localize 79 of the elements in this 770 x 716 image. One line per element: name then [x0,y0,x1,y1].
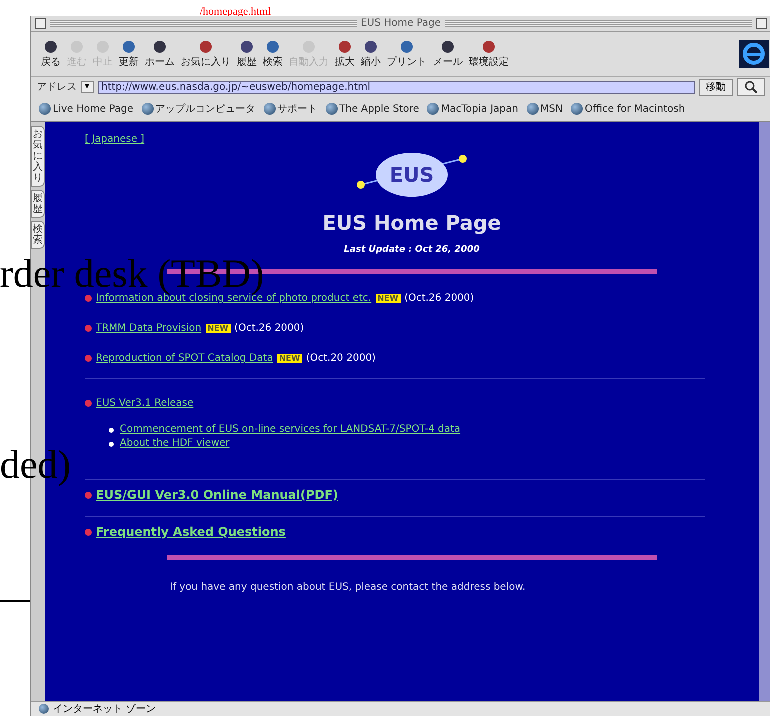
side-tab[interactable]: お気に入り [31,126,45,187]
bullet-icon [109,442,114,446]
favorites-button[interactable]: アップルコンピュータ [142,102,256,116]
toolbar-icon [480,39,498,55]
toolbar-icon [197,39,215,55]
globe-icon [326,103,338,115]
toolbar-button[interactable]: 拡大 [333,39,357,69]
date-text: (Oct.26 2000) [234,323,304,334]
bullet-icon [85,295,92,302]
address-label: アドレス [37,81,77,94]
toolbar-button[interactable]: 環境設定 [467,39,511,69]
toolbar-icon [42,39,60,55]
address-field[interactable]: http://www.eus.nasda.go.jp/~eusweb/homepage.html [98,80,695,94]
side-tab[interactable]: 検索 [31,221,45,249]
globe-icon [264,103,276,115]
toolbar-button[interactable]: 検索 [261,39,285,69]
new-badge: NEW [376,294,401,303]
globe-icon [39,704,49,714]
side-tab[interactable]: 履歴 [31,190,45,218]
release-link[interactable]: EUS Ver3.1 Release [96,398,194,409]
toolbar-button[interactable]: 戻る [39,39,63,69]
toolbar-button[interactable]: メール [431,39,465,69]
news-link[interactable]: TRMM Data Provision [96,323,202,334]
toolbar-icon [398,39,416,55]
toolbar-icon [362,39,380,55]
toolbar-button[interactable]: お気に入り [179,39,233,69]
date-text: (Oct.26 2000) [404,293,474,304]
favorites-button[interactable]: The Apple Store [326,103,420,115]
bullet-icon [85,355,92,362]
scrollbar[interactable] [759,122,770,701]
release-item-link[interactable]: About the HDF viewer [120,437,230,451]
favorites-button[interactable]: Live Home Page [39,103,134,115]
manual-link[interactable]: EUS/GUI Ver3.0 Online Manual(PDF) [96,488,338,502]
window-title: EUS Home Page [360,18,442,29]
favorites-button[interactable]: サポート [264,102,318,116]
toolbar-icon [439,39,457,55]
date-text: (Oct.20 2000) [306,353,376,364]
release-item-link[interactable]: Commencement of EUS on-line services for LANDSAT-7/SPOT-4 data [120,423,461,437]
globe-icon [142,103,154,115]
favorites-button[interactable]: Office for Macintosh [570,103,686,115]
toolbar-button[interactable]: ホーム [143,39,177,69]
bullet-icon [85,325,92,332]
favorites-button[interactable]: MSN [526,103,563,115]
toolbar-button[interactable]: 更新 [117,39,141,69]
bullet-icon [85,528,92,536]
status-text: インターネット ゾーン [53,702,156,716]
history-dropdown-icon[interactable]: ▾ [81,81,94,93]
toolbar-icon [120,39,138,55]
news-link[interactable]: Reproduction of SPOT Catalog Data [96,353,274,364]
go-button[interactable]: 移動 [699,78,733,96]
toolbar-button[interactable]: プリント [385,39,429,69]
new-badge: NEW [206,324,231,333]
bullet-icon [109,428,114,432]
zoom-box-icon[interactable] [756,18,767,29]
contact-text: If you have any question about EUS, please contact the address below. [170,582,526,593]
toolbar-button[interactable]: 履歴 [235,39,259,69]
page-heading: EUS Home Page [322,211,502,235]
logo-drawing: EUS [347,149,477,203]
new-badge: NEW [277,354,302,363]
faq-link[interactable]: Frequently Asked Questions [96,525,286,539]
globe-icon [427,103,440,115]
globe-icon [570,103,583,115]
toolbar-icon [151,39,169,55]
close-box-icon[interactable] [35,18,46,29]
toolbar-icon [264,39,282,55]
globe-icon [39,103,51,115]
last-update-text: Last Update : Oct 26, 2000 [344,245,480,255]
page-link[interactable]: /homepage.html [200,5,272,19]
browser-logo-icon [739,40,769,68]
bullet-icon [85,492,92,498]
favorites-button[interactable]: MacTopia Japan [427,103,518,115]
language-link[interactable]: [ Japanese ] [85,134,145,145]
toolbar-icon [336,39,354,55]
bullet-icon [85,400,92,407]
search-icon[interactable] [737,78,765,96]
news-link[interactable]: Information about closing service of photo product etc. [96,293,372,304]
toolbar-icon [238,39,256,55]
globe-icon [526,103,538,115]
toolbar-button[interactable]: 縮小 [359,39,383,69]
